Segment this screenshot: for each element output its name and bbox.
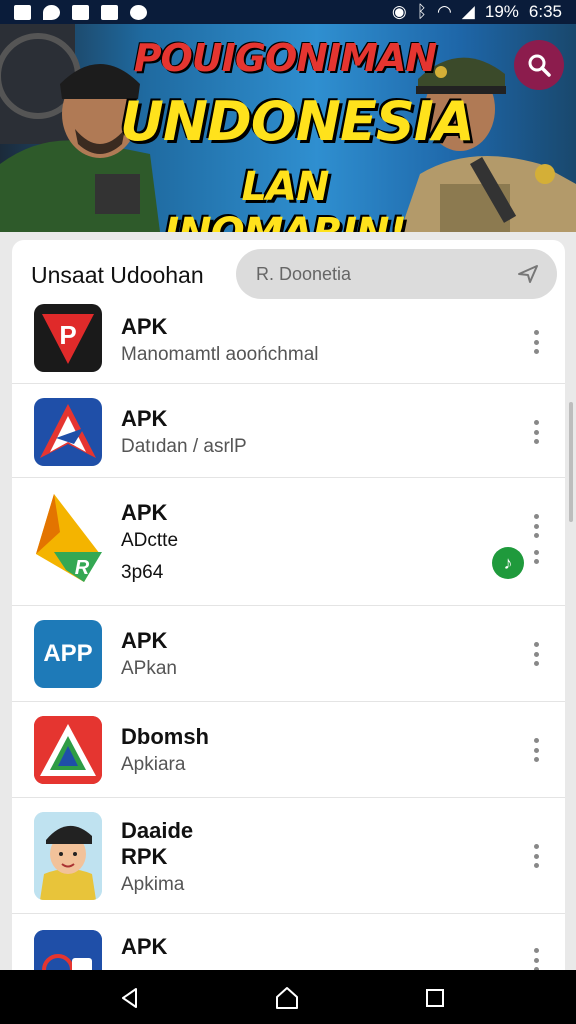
banner-title-line2: UNDONESIA [120,90,475,153]
bluetooth-icon: ᛒ [416,2,427,21]
list-item[interactable]: P APK Manomamtl aoońchmal [12,304,565,384]
hero-banner[interactable]: POUIGONIMAN UNDONESIA LAN INOMARIN! [0,24,576,232]
recents-button[interactable] [420,983,450,1013]
recents-icon [426,989,444,1007]
yellow-green-a-icon: R [34,492,102,584]
list-header: Unsaat Udoohan R. Doonetia [12,240,565,306]
cartoon-man-icon [34,812,102,900]
app-title-second-line: RPK [121,844,168,869]
app-subtitle: APkan [121,658,177,679]
alarm-icon: ◉ [391,2,407,21]
list-item[interactable]: APP APK APkan [12,606,565,702]
back-button[interactable] [115,983,145,1013]
more-options-icon[interactable] [533,642,539,666]
more-options-icon[interactable] [533,738,539,762]
app-version: 3p64 [121,562,164,583]
app-list-card: Unsaat Udoohan R. Doonetia P APK Manomam… [12,240,565,970]
search-value: R. Doonetia [256,264,352,284]
app-title: APK [121,628,168,653]
svg-text:P: P [59,320,76,350]
more-options-icon[interactable] [533,514,539,538]
list-item[interactable]: APK [12,914,565,970]
message-icon [43,4,60,20]
svg-text:R: R [75,557,90,579]
blue-arrow-icon [34,398,102,466]
search-icon [528,54,551,77]
home-icon [276,987,298,1009]
banner-title-line1: POUIGONIMAN [133,36,438,80]
blue-partial-icon [34,930,102,970]
wifi-icon: ◠ [436,2,452,21]
app-icon-text: APP [43,640,93,667]
notification-icon [14,4,31,20]
signal-icon: ◢ [461,2,475,21]
app-subtitle: Apkiara [121,754,186,775]
secondary-dots-icon [533,550,539,564]
app-title: APK [121,934,168,959]
search-button[interactable] [514,40,564,90]
back-icon [122,988,137,1008]
app-subtitle: Datıdan / asrlP [121,436,247,457]
battery-level: 19% [484,2,519,21]
app-title: APK [121,406,168,431]
more-options-icon[interactable] [533,948,539,970]
send-icon[interactable] [517,264,539,284]
list-item[interactable]: APK Datıdan / asrlP [12,384,565,478]
more-options-icon[interactable] [533,844,539,868]
mail-icon [101,4,118,20]
home-button[interactable] [272,983,302,1013]
search-input[interactable]: R. Doonetia [236,249,557,299]
app-subtitle: Apkima [121,874,185,895]
list-item[interactable]: Daaide RPK Apkima [12,798,565,914]
shield-icon [130,4,147,20]
app-title: APK [121,500,168,525]
app-title: Dbomsh [121,724,209,749]
triangle-logo-icon [34,716,102,784]
app-subtitle: Manomamtl aoońchmal [121,344,319,365]
list-item[interactable]: Dbomsh Apkiara [12,702,565,798]
red-p-icon: P [34,304,102,372]
more-options-icon[interactable] [533,420,539,444]
app-text-icon: APP [34,620,102,688]
scrollbar[interactable] [569,402,573,522]
update-badge[interactable]: ♪ [492,547,524,579]
banner-title-line3: LAN INOMARIN! [164,164,407,232]
app-subtitle: ADctte [121,530,179,551]
list-title: Unsaat Udoohan [31,262,204,288]
app-title: APK [121,314,168,339]
clock: 6:35 [528,2,562,21]
notification-icons [14,4,147,20]
list-item[interactable]: R APK ADctte 3p64 ♪ [12,478,565,606]
system-nav-bar [0,970,576,1024]
image-icon [72,4,89,20]
status-bar: ◉ ᛒ ◠ ◢ 19% 6:35 [0,0,576,24]
app-title: Daaide [121,818,194,843]
more-options-icon[interactable] [533,330,539,354]
